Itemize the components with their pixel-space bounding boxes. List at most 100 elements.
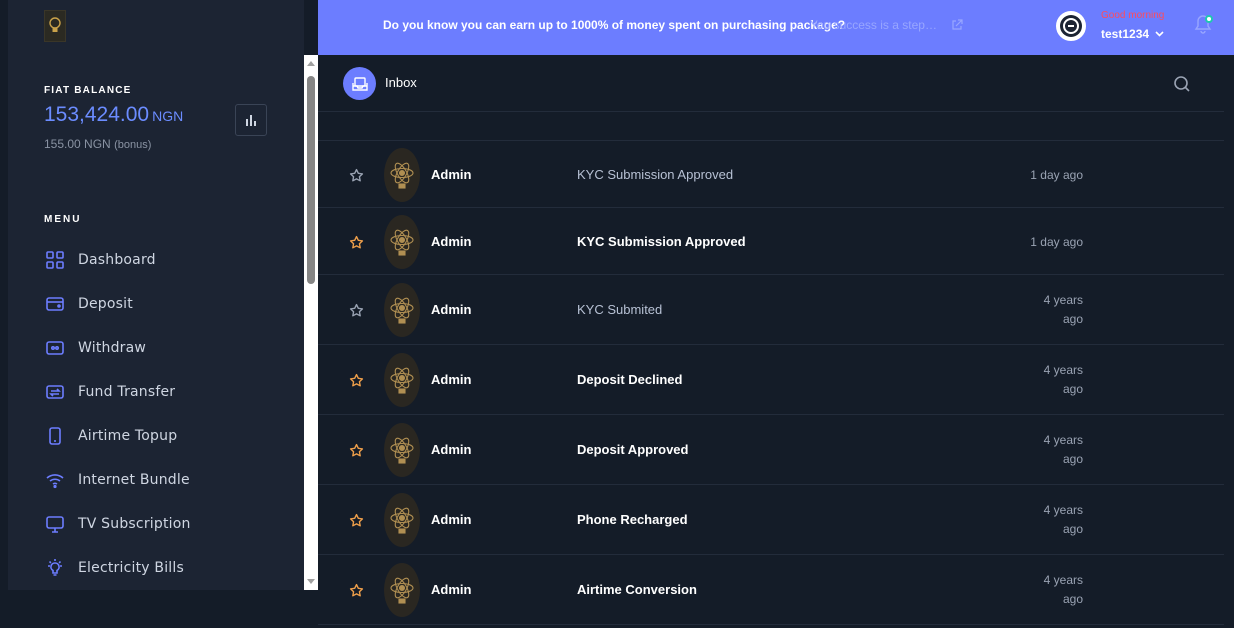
sidebar-item-tv-subscription[interactable]: TV Subscription (44, 502, 191, 546)
sender-avatar (384, 493, 420, 547)
star-icon[interactable] (349, 168, 364, 183)
message-sender: Admin (431, 233, 472, 249)
user-avatar[interactable] (1056, 11, 1086, 41)
message-row[interactable]: Admin Deposit Approved 4 years ago (318, 415, 1224, 485)
message-subject[interactable]: KYC Submission Approved (577, 234, 746, 249)
message-time: 4 years ago (1013, 571, 1083, 609)
bulb-icon (44, 557, 66, 579)
message-subject[interactable]: Phone Recharged (577, 512, 688, 527)
chevron-down-icon (1155, 31, 1164, 37)
balance-amount: 153,424.00 (44, 103, 150, 126)
message-list: Admin KYC Submission Approved 1 day ago Adm… (318, 141, 1224, 625)
message-time: 1 day ago (1013, 166, 1083, 185)
wifi-icon (44, 469, 66, 491)
message-time: 4 years ago (1013, 291, 1083, 329)
balance-chart-button[interactable] (235, 104, 267, 136)
message-time-line: 4 years (1043, 503, 1083, 517)
fiat-balance-value: 153,424.00 NGN (44, 103, 183, 127)
message-time: 4 years ago (1013, 501, 1083, 539)
message-time-line: ago (1062, 452, 1083, 466)
atom-logo-icon (390, 437, 414, 464)
sidebar-item-label: Airtime Topup (78, 428, 178, 444)
promo-text: Do you know you can earn up to 1000% of … (383, 18, 846, 32)
phone-icon (44, 425, 66, 447)
user-menu-toggle[interactable]: test1234 (1101, 27, 1164, 41)
star-icon[interactable] (349, 583, 364, 598)
message-row[interactable]: Admin KYC Submission Approved 1 day ago (318, 141, 1224, 208)
message-time: 1 day ago (1013, 233, 1083, 252)
sidebar-item-dashboard[interactable]: Dashboard (44, 238, 191, 282)
message-time-line: ago (1062, 382, 1083, 396)
sidebar: FIAT BALANCE 153,424.00 NGN 155.00 NGN (b… (8, 0, 304, 590)
message-subject[interactable]: KYC Submited (577, 302, 662, 317)
promo-subtext: You success is a step a… (810, 18, 940, 32)
message-row[interactable]: Admin Deposit Declined 4 years ago (318, 345, 1224, 415)
message-row[interactable]: Admin KYC Submited 4 years ago (318, 275, 1224, 345)
transfer-icon (44, 381, 66, 403)
star-icon[interactable] (349, 373, 364, 388)
star-icon[interactable] (349, 513, 364, 528)
sender-avatar (384, 423, 420, 477)
sidebar-item-label: Electricity Bills (78, 560, 184, 576)
sidebar-menu: Dashboard Deposit Withdraw Fund Transfer… (44, 238, 191, 590)
sidebar-scrollbar[interactable] (304, 55, 318, 590)
sidebar-item-fund-transfer[interactable]: Fund Transfer (44, 370, 191, 414)
top-banner: Do you know you can earn up to 1000% of … (318, 0, 1234, 55)
sidebar-item-internet-bundle[interactable]: Internet Bundle (44, 458, 191, 502)
message-time-line: 1 day ago (1030, 167, 1083, 182)
message-sender: Admin (431, 582, 472, 597)
message-time-line: 4 years (1043, 363, 1083, 377)
star-icon[interactable] (349, 235, 364, 250)
scroll-up-arrow[interactable] (307, 61, 315, 66)
message-row[interactable]: Admin Airtime Conversion 4 years ago (318, 555, 1224, 625)
message-subject[interactable]: Airtime Conversion (577, 582, 697, 597)
sidebar-item-label: Dashboard (78, 252, 156, 268)
menu-heading: MENU (44, 214, 82, 225)
fiat-balance-label: FIAT BALANCE (44, 85, 132, 96)
message-time-line: ago (1062, 522, 1083, 536)
message-time-line: ago (1062, 312, 1083, 326)
message-time-line: 4 years (1043, 293, 1083, 307)
logo-icon (49, 17, 61, 32)
inbox-icon (343, 67, 376, 100)
message-time: 4 years ago (1013, 361, 1083, 399)
atom-logo-icon (390, 162, 414, 189)
sidebar-item-label: Deposit (78, 296, 133, 312)
message-subject[interactable]: Deposit Approved (577, 442, 688, 457)
star-icon[interactable] (349, 303, 364, 318)
balance-currency: NGN (152, 108, 184, 124)
scroll-thumb[interactable] (307, 76, 315, 284)
atom-logo-icon (390, 577, 414, 604)
atom-logo-icon (390, 229, 414, 256)
star-icon[interactable] (349, 443, 364, 458)
inbox-title: Inbox (385, 75, 417, 90)
atom-logo-icon (390, 297, 414, 324)
external-link-icon[interactable] (951, 19, 963, 31)
sidebar-item-withdraw[interactable]: Withdraw (44, 326, 191, 370)
message-time-line: 4 years (1043, 573, 1083, 587)
message-row[interactable]: Admin Phone Recharged 4 years ago (318, 485, 1224, 555)
bonus-label: (bonus) (114, 139, 152, 151)
search-icon[interactable] (1173, 75, 1191, 93)
message-row[interactable]: Admin KYC Submission Approved 1 day ago (318, 208, 1224, 275)
message-sender: Admin (431, 442, 472, 457)
inbox-spacer (318, 112, 1224, 141)
message-time: 4 years ago (1013, 431, 1083, 469)
message-sender: Admin (431, 302, 472, 317)
greeting-text: Good morning (1101, 10, 1165, 21)
notification-dot (1205, 15, 1213, 23)
cash-icon (44, 337, 66, 359)
message-time-line: 4 years (1043, 433, 1083, 447)
message-time-line: 1 day ago (1030, 234, 1083, 249)
sidebar-item-deposit[interactable]: Deposit (44, 282, 191, 326)
sidebar-item-electricity-bills[interactable]: Electricity Bills (44, 546, 191, 590)
sidebar-item-label: Internet Bundle (78, 472, 190, 488)
message-sender: Admin (431, 166, 472, 182)
logo[interactable] (44, 10, 66, 42)
sidebar-item-airtime-topup[interactable]: Airtime Topup (44, 414, 191, 458)
message-subject[interactable]: Deposit Declined (577, 372, 682, 387)
message-subject[interactable]: KYC Submission Approved (577, 167, 733, 182)
scroll-down-arrow[interactable] (307, 579, 315, 584)
message-sender: Admin (431, 372, 472, 387)
avatar-logo-icon (1060, 15, 1082, 37)
